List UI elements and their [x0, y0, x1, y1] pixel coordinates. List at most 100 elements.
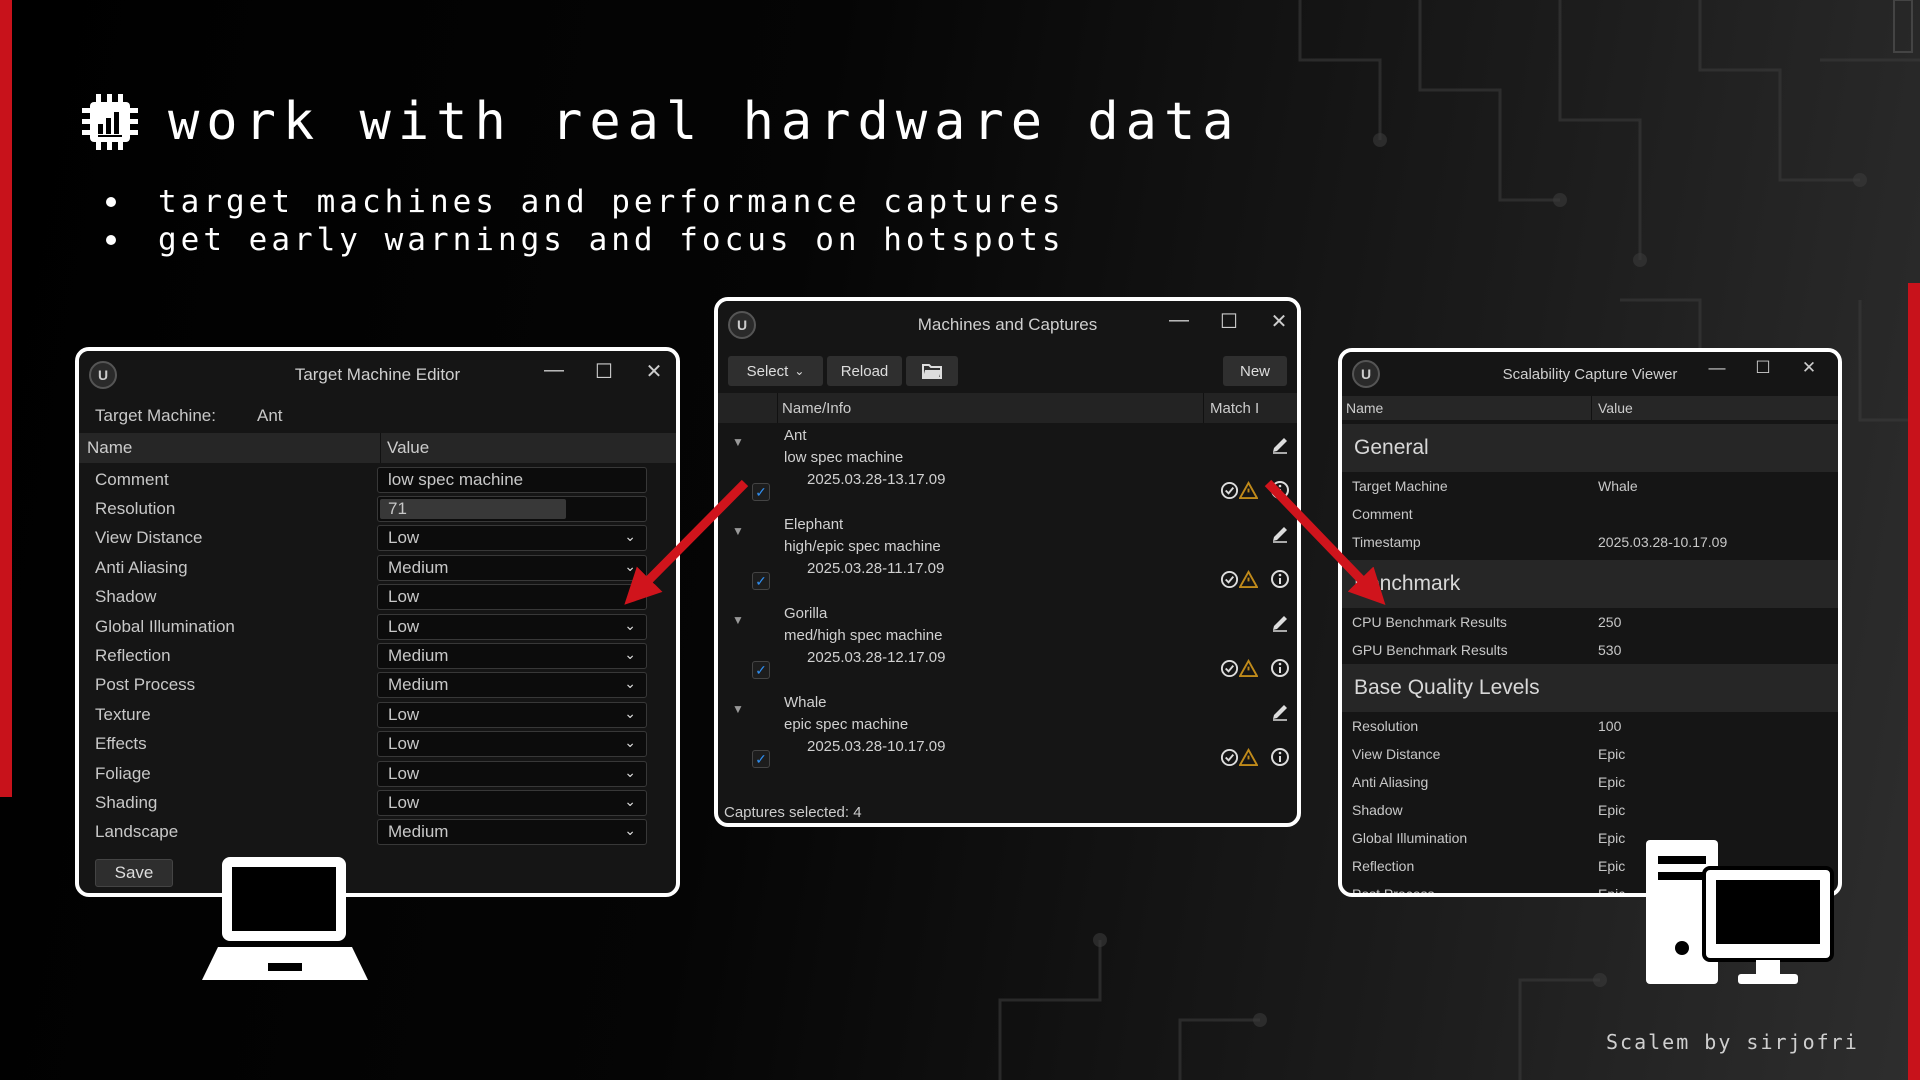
capture-checkbox[interactable]: ✓ [752, 483, 770, 501]
capture-checkbox[interactable]: ✓ [752, 750, 770, 768]
open-folder-button[interactable] [906, 356, 958, 386]
property-row: Effects Low ⌄ [79, 730, 676, 759]
page-title: work with real hardware data [168, 92, 1241, 152]
check-circle-icon [1220, 481, 1239, 500]
capture-row[interactable]: ▼ Elephant high/epic spec machine 2025.0… [718, 512, 1297, 601]
reload-button[interactable]: Reload [827, 356, 902, 386]
target-machine-line: Target Machine: Ant [79, 399, 676, 433]
machines-and-captures-window: U Machines and Captures — ☐ ✕ Select ⌄ Re… [714, 297, 1301, 827]
check-circle-icon [1220, 748, 1239, 767]
column-header-name[interactable]: Name [1342, 396, 1592, 420]
property-row: Foliage Low ⌄ [79, 759, 676, 788]
laptop-icon [202, 857, 368, 980]
capture-list: ▼ Ant low spec machine 2025.03.28-13.17.… [718, 423, 1297, 779]
column-header-match[interactable]: Match I [1204, 393, 1259, 423]
unreal-logo-icon: U [89, 361, 117, 389]
titlebar: U Scalability Capture Viewer — ☐ ✕ [1342, 352, 1838, 396]
reflection-dropdown[interactable]: Medium ⌄ [377, 643, 647, 670]
capture-row[interactable]: ▼ Whale epic spec machine 2025.03.28-10.… [718, 690, 1297, 779]
new-button[interactable]: New [1223, 356, 1287, 386]
post-process-dropdown[interactable]: Medium ⌄ [377, 672, 647, 699]
property-list: Comment low spec machine Resolution 71 V… [79, 463, 676, 847]
section-general[interactable]: General [1342, 424, 1838, 472]
property-row: View Distance Low ⌄ [79, 524, 676, 553]
property-row: Reflection Medium ⌄ [79, 641, 676, 670]
shadow-dropdown[interactable]: Low ⌄ [377, 584, 647, 611]
property-row: Comment low spec machine [79, 465, 676, 494]
property-row: Landscape Medium ⌄ [79, 818, 676, 847]
info-icon[interactable] [1270, 658, 1290, 678]
warning-icon [1239, 570, 1258, 589]
close-icon[interactable]: ✕ [1786, 358, 1832, 378]
desktop-computer-icon [1646, 840, 1834, 984]
chevron-down-icon: ⌄ [624, 557, 636, 574]
chevron-down-icon: ⌄ [624, 704, 636, 721]
column-header-expand[interactable] [718, 393, 778, 423]
texture-dropdown[interactable]: Low ⌄ [377, 701, 647, 728]
select-dropdown-button[interactable]: Select ⌄ [728, 356, 823, 386]
property-row: Shadow Low ⌄ [79, 583, 676, 612]
minimize-icon[interactable]: — [1154, 309, 1204, 334]
value-row: View Distance Epic [1352, 746, 1626, 762]
property-row: Shading Low ⌄ [79, 788, 676, 817]
save-button[interactable]: Save [95, 859, 173, 887]
expand-triangle-icon[interactable]: ▼ [732, 613, 744, 627]
expand-triangle-icon[interactable]: ▼ [732, 702, 744, 716]
chevron-down-icon: ⌄ [624, 792, 636, 809]
capture-row[interactable]: ▼ Gorilla med/high spec machine 2025.03.… [718, 601, 1297, 690]
expand-triangle-icon[interactable]: ▼ [732, 435, 744, 449]
bullet-list: target machines and performance captures… [100, 183, 1065, 259]
value-row: Target Machine Whale [1352, 478, 1638, 494]
value-row: GPU Benchmark Results 530 [1352, 642, 1622, 658]
maximize-icon[interactable]: ☐ [579, 359, 629, 384]
close-icon[interactable]: ✕ [1254, 309, 1297, 334]
column-header-value[interactable]: Value [381, 433, 429, 463]
foliage-dropdown[interactable]: Low ⌄ [377, 760, 647, 787]
view-distance-dropdown[interactable]: Low ⌄ [377, 525, 647, 552]
maximize-icon[interactable]: ☐ [1740, 358, 1786, 378]
scalability-capture-viewer-window: U Scalability Capture Viewer — ☐ ✕ Name … [1338, 348, 1842, 897]
property-row: Anti Aliasing Medium ⌄ [79, 553, 676, 582]
close-icon[interactable]: ✕ [629, 359, 676, 384]
target-machine-editor-window: U Target Machine Editor — ☐ ✕ Target Mac… [75, 347, 680, 897]
edit-pencil-icon[interactable] [1270, 613, 1290, 633]
bullet-item: target machines and performance captures [100, 183, 1065, 221]
info-icon[interactable] [1270, 747, 1290, 767]
table-header: Name Value [1342, 396, 1838, 420]
edit-pencil-icon[interactable] [1270, 435, 1290, 455]
landscape-dropdown[interactable]: Medium ⌄ [377, 819, 647, 846]
shading-dropdown[interactable]: Low ⌄ [377, 789, 647, 816]
minimize-icon[interactable]: — [1694, 358, 1740, 378]
column-header-name-info[interactable]: Name/Info [778, 393, 1204, 423]
accent-bar-right [1908, 283, 1920, 1080]
minimize-icon[interactable]: — [529, 359, 579, 384]
column-header-name[interactable]: Name [79, 433, 381, 463]
titlebar: U Machines and Captures — ☐ ✕ [718, 301, 1297, 349]
warning-icon [1239, 481, 1258, 500]
value-row: Shadow Epic [1352, 802, 1626, 818]
edit-pencil-icon[interactable] [1270, 524, 1290, 544]
resolution-slider[interactable]: 71 [377, 496, 647, 523]
edit-pencil-icon[interactable] [1270, 702, 1290, 722]
anti-aliasing-dropdown[interactable]: Medium ⌄ [377, 554, 647, 581]
global-illumination-dropdown[interactable]: Low ⌄ [377, 613, 647, 640]
property-row: Texture Low ⌄ [79, 700, 676, 729]
expand-triangle-icon[interactable]: ▼ [732, 524, 744, 538]
capture-checkbox[interactable]: ✓ [752, 572, 770, 590]
unreal-logo-icon: U [728, 311, 756, 339]
target-machine-value: Ant [257, 406, 283, 425]
info-icon[interactable] [1270, 569, 1290, 589]
maximize-icon[interactable]: ☐ [1204, 309, 1254, 334]
property-row: Global Illumination Low ⌄ [79, 612, 676, 641]
capture-row[interactable]: ▼ Ant low spec machine 2025.03.28-13.17.… [718, 423, 1297, 512]
section-benchmark[interactable]: Benchmark [1342, 560, 1838, 608]
section-base-quality-levels[interactable]: Base Quality Levels [1342, 664, 1838, 712]
value-row: Timestamp 2025.03.28-10.17.09 [1352, 534, 1728, 550]
effects-dropdown[interactable]: Low ⌄ [377, 731, 647, 758]
comment-input[interactable]: low spec machine [377, 466, 647, 493]
chevron-down-icon: ⌄ [624, 528, 636, 545]
info-icon[interactable] [1270, 480, 1290, 500]
captures-selected-status: Captures selected: 4 [724, 804, 862, 821]
capture-checkbox[interactable]: ✓ [752, 661, 770, 679]
column-header-value[interactable]: Value [1592, 396, 1633, 420]
